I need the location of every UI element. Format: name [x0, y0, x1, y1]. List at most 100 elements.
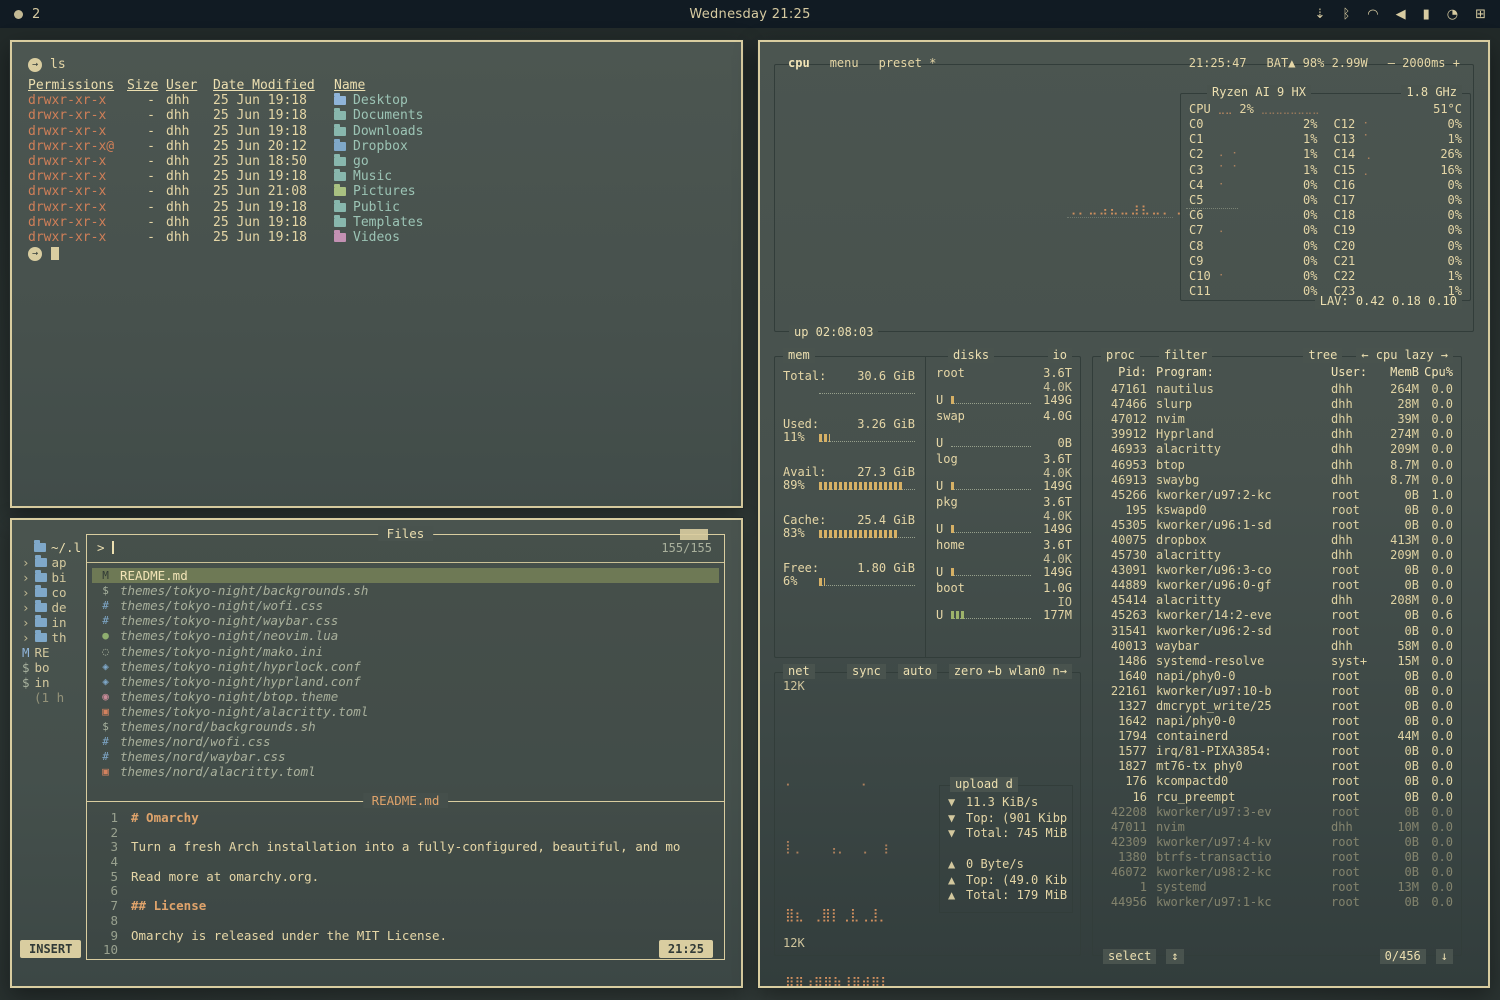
- tree-toggle[interactable]: tree: [1303, 348, 1342, 363]
- picker-file-item[interactable]: M README.md: [92, 568, 719, 583]
- process-row[interactable]: 1642 napi/phy0-0 root 0B 0.0: [1101, 714, 1453, 729]
- scroll-down-icon[interactable]: ↓: [1436, 949, 1453, 964]
- process-row[interactable]: 45263 kworker/14:2-eve root 0B 0.6: [1101, 608, 1453, 623]
- picker-file-item[interactable]: ◈ themes/tokyo-night/hyprlock.conf: [92, 659, 719, 674]
- picker-file-item[interactable]: ◉ themes/tokyo-night/btop.theme: [92, 689, 719, 704]
- process-row[interactable]: 46933 alacritty dhh 209M 0.0: [1101, 442, 1453, 457]
- terminal-output[interactable]: → ls Permissions Size User Date Modified…: [12, 42, 741, 506]
- process-row[interactable]: 47161 nautilus dhh 264M 0.0: [1101, 382, 1453, 397]
- process-row[interactable]: 16 rcu_preempt root 0B 0.0: [1101, 790, 1453, 805]
- picker-file-item[interactable]: # themes/tokyo-night/waybar.css: [92, 613, 719, 628]
- file-row[interactable]: drwxr-xr-x - dhh 25 Jun 19:18 Downloads: [28, 124, 725, 139]
- net-panel-title[interactable]: net: [783, 664, 815, 679]
- mem-panel-title[interactable]: mem: [783, 348, 815, 363]
- file-tree-item[interactable]: › ap: [22, 555, 84, 570]
- process-row[interactable]: 46072 kworker/u98:2-kc root 0B 0.0: [1101, 865, 1453, 880]
- column-cpu[interactable]: Cpu%: [1419, 365, 1453, 380]
- filter-button[interactable]: filter: [1159, 348, 1212, 363]
- picker-file-item[interactable]: ◌ themes/tokyo-night/mako.ini: [92, 643, 719, 658]
- picker-file-item[interactable]: $ themes/nord/backgrounds.sh: [92, 719, 719, 734]
- net-interface[interactable]: ←b wlan0 n→: [983, 664, 1072, 679]
- file-tree-item[interactable]: ~/.l: [22, 540, 84, 555]
- picker-file-item[interactable]: ▣ themes/nord/alacritty.toml: [92, 764, 719, 779]
- column-program[interactable]: Program:: [1156, 365, 1331, 380]
- file-row[interactable]: drwxr-xr-x - dhh 25 Jun 19:18 Desktop: [28, 93, 725, 108]
- bluetooth-icon[interactable]: ᛒ: [1342, 8, 1350, 21]
- process-row[interactable]: 40013 waybar dhh 58M 0.0: [1101, 639, 1453, 654]
- process-row[interactable]: 47466 slurp dhh 28M 0.0: [1101, 397, 1453, 412]
- interval-minus-button[interactable]: —: [1388, 56, 1395, 70]
- tray-download-icon[interactable]: ⇣: [1315, 8, 1326, 21]
- column-user[interactable]: User:: [1331, 365, 1379, 380]
- file-tree-item[interactable]: › de: [22, 600, 84, 615]
- process-row[interactable]: 22161 kworker/u97:10-b root 0B 0.0: [1101, 684, 1453, 699]
- process-row[interactable]: 43091 kworker/u96:3-co root 0B 0.0: [1101, 563, 1453, 578]
- interval-plus-button[interactable]: +: [1453, 56, 1460, 70]
- file-row[interactable]: drwxr-xr-x - dhh 25 Jun 18:50 go: [28, 154, 725, 169]
- volume-icon[interactable]: ◀: [1396, 8, 1406, 21]
- process-row[interactable]: 1 systemd root 13M 0.0: [1101, 880, 1453, 895]
- file-tree-item[interactable]: (1 h: [22, 690, 84, 705]
- process-row[interactable]: 1827 mt76-tx phy0 root 0B 0.0: [1101, 759, 1453, 774]
- picker-file-item[interactable]: ▣ themes/tokyo-night/alacritty.toml: [92, 704, 719, 719]
- proc-panel-title[interactable]: proc: [1101, 348, 1140, 363]
- menu-button[interactable]: menu: [830, 56, 859, 71]
- file-row[interactable]: drwxr-xr-x - dhh 25 Jun 19:18 Videos: [28, 230, 725, 245]
- disks-title[interactable]: disks: [948, 348, 994, 363]
- process-row[interactable]: 44889 kworker/u96:0-gf root 0B 0.0: [1101, 578, 1453, 593]
- process-row[interactable]: 1327 dmcrypt_write/25 root 0B 0.0: [1101, 699, 1453, 714]
- file-row[interactable]: drwxr-xr-x - dhh 25 Jun 21:08 Pictures: [28, 184, 725, 199]
- picker-scrollbar[interactable]: [680, 529, 708, 540]
- sort-selector[interactable]: ← cpu lazy →: [1356, 348, 1453, 363]
- process-row[interactable]: 1486 systemd-resolve syst+ 15M 0.0: [1101, 654, 1453, 669]
- process-row[interactable]: 46913 swaybg dhh 8.7M 0.0: [1101, 473, 1453, 488]
- file-row[interactable]: drwxr-xr-x - dhh 25 Jun 19:18 Music: [28, 169, 725, 184]
- io-toggle[interactable]: io: [1048, 348, 1072, 363]
- column-mem[interactable]: MemB: [1379, 365, 1419, 380]
- process-row[interactable]: 42208 kworker/u97:3-ev root 0B 0.0: [1101, 805, 1453, 820]
- process-row[interactable]: 176 kcompactd0 root 0B 0.0: [1101, 774, 1453, 789]
- picker-file-item[interactable]: $ themes/tokyo-night/backgrounds.sh: [92, 583, 719, 598]
- workspace-indicator[interactable]: 2: [14, 7, 40, 22]
- process-row[interactable]: 1794 containerd root 44M 0.0: [1101, 729, 1453, 744]
- process-row[interactable]: 46953 btop dhh 8.7M 0.0: [1101, 457, 1453, 472]
- file-row[interactable]: drwxr-xr-x@ - dhh 25 Jun 20:12 Dropbox: [28, 139, 725, 154]
- file-tree-item[interactable]: › bi: [22, 570, 84, 585]
- file-tree-item[interactable]: › th: [22, 630, 84, 645]
- process-row[interactable]: 47011 nvim dhh 10M 0.0: [1101, 820, 1453, 835]
- process-row[interactable]: 1577 irq/81-PIXA3854: root 0B 0.0: [1101, 744, 1453, 759]
- app-grid-icon[interactable]: ⊞: [1475, 8, 1486, 21]
- process-row[interactable]: 45266 kworker/u97:2-kc root 0B 1.0: [1101, 488, 1453, 503]
- file-tree-item[interactable]: › in: [22, 615, 84, 630]
- tab-cpu[interactable]: cpu: [788, 56, 810, 71]
- picker-file-item[interactable]: # themes/tokyo-night/wofi.css: [92, 598, 719, 613]
- wifi-icon[interactable]: ◠: [1367, 8, 1378, 21]
- battery-icon[interactable]: ▮: [1423, 8, 1430, 21]
- process-row[interactable]: 47012 nvim dhh 39M 0.0: [1101, 412, 1453, 427]
- process-row[interactable]: 1640 napi/phy0-0 root 0B 0.0: [1101, 669, 1453, 684]
- net-mode-button[interactable]: sync: [847, 664, 886, 679]
- column-pid[interactable]: Pid:: [1101, 365, 1147, 380]
- prompt-line-active[interactable]: →: [28, 245, 725, 262]
- file-row[interactable]: drwxr-xr-x - dhh 25 Jun 19:18 Public: [28, 200, 725, 215]
- picker-search-input[interactable]: >: [97, 540, 114, 555]
- preset-button[interactable]: preset *: [879, 56, 937, 71]
- process-row[interactable]: 195 kswapd0 root 0B 0.0: [1101, 503, 1453, 518]
- process-row[interactable]: 40075 dropbox dhh 413M 0.0: [1101, 533, 1453, 548]
- clock[interactable]: Wednesday 21:25: [689, 7, 810, 22]
- process-row[interactable]: 45414 alacritty dhh 208M 0.0: [1101, 593, 1453, 608]
- net-mode-button[interactable]: auto: [898, 664, 937, 679]
- process-row[interactable]: 45730 alacritty dhh 209M 0.0: [1101, 548, 1453, 563]
- file-tree-item[interactable]: › co: [22, 585, 84, 600]
- process-row[interactable]: 31541 kworker/u96:2-sd root 0B 0.0: [1101, 624, 1453, 639]
- picker-file-item[interactable]: ● themes/tokyo-night/neovim.lua: [92, 628, 719, 643]
- picker-file-item[interactable]: # themes/nord/wofi.css: [92, 734, 719, 749]
- process-row[interactable]: 1380 btrfs-transactio root 0B 0.0: [1101, 850, 1453, 865]
- file-row[interactable]: drwxr-xr-x - dhh 25 Jun 19:18 Templates: [28, 215, 725, 230]
- picker-file-item[interactable]: ◈ themes/tokyo-night/hyprland.conf: [92, 674, 719, 689]
- file-tree-item[interactable]: $ bo: [22, 660, 84, 675]
- file-tree-item[interactable]: $ in: [22, 675, 84, 690]
- process-row[interactable]: 45305 kworker/u96:1-sd root 0B 0.0: [1101, 518, 1453, 533]
- clock-tray-icon[interactable]: ◔: [1447, 8, 1458, 21]
- process-row[interactable]: 42309 kworker/u97:4-kv root 0B 0.0: [1101, 835, 1453, 850]
